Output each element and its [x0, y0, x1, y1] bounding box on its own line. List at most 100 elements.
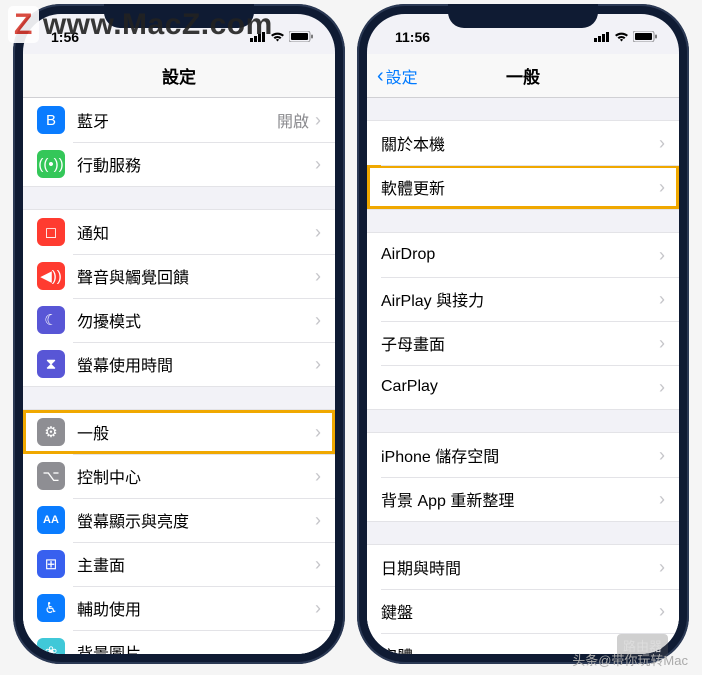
row-value: 開啟: [277, 108, 309, 132]
settings-row-iPhone 儲存空間[interactable]: iPhone 儲存空間›: [367, 433, 679, 477]
page-title: 設定: [162, 63, 196, 88]
settings-row-control[interactable]: ⌥控制中心›: [23, 454, 335, 498]
chevron-right-icon: ›: [315, 554, 321, 575]
chevron-right-icon: ›: [315, 354, 321, 375]
chevron-right-icon: ›: [659, 557, 665, 578]
cellular-icon: ((•)): [37, 150, 65, 178]
chevron-right-icon: ›: [659, 489, 665, 510]
battery-icon: [289, 29, 313, 45]
row-label: 關於本機: [381, 131, 659, 155]
settings-group: ◻︎通知›◀︎))聲音與觸覺回饋›☾勿擾模式›⧗螢幕使用時間›: [23, 209, 335, 387]
chevron-right-icon: ›: [315, 110, 321, 131]
settings-row-sounds[interactable]: ◀︎))聲音與觸覺回饋›: [23, 254, 335, 298]
settings-row-screentime[interactable]: ⧗ 螢幕使用時間›: [23, 342, 335, 386]
status-right: [250, 29, 313, 45]
row-label: 日期與時間: [381, 555, 659, 579]
bluetooth-icon: B: [37, 106, 65, 134]
chevron-right-icon: ›: [315, 222, 321, 243]
row-label: AirPlay 與接力: [381, 287, 659, 311]
chevron-right-icon: ›: [659, 289, 665, 310]
accessibility-icon: ♿︎: [37, 594, 65, 622]
settings-row-CarPlay[interactable]: CarPlay›: [367, 365, 679, 409]
settings-row-accessibility[interactable]: ♿︎輔助使用›: [23, 586, 335, 630]
chevron-right-icon: ›: [659, 333, 665, 354]
settings-row-日期與時間[interactable]: 日期與時間›: [367, 545, 679, 589]
wallpaper-icon: ❀: [37, 638, 65, 654]
status-right: [594, 29, 657, 45]
notch: [104, 4, 254, 28]
row-label: 通知: [77, 220, 315, 244]
settings-group: ⚙︎一般›⌥控制中心›AA螢幕顯示與亮度›⊞主畫面›♿︎輔助使用›❀背景圖片›◉…: [23, 409, 335, 654]
back-label: 設定: [386, 64, 418, 88]
wifi-icon: [614, 29, 629, 45]
settings-row-AirDrop[interactable]: AirDrop›: [367, 233, 679, 277]
chevron-right-icon: ›: [315, 266, 321, 287]
navbar-settings: 設定: [23, 54, 335, 98]
row-label: 輔助使用: [77, 596, 315, 620]
settings-row-dnd[interactable]: ☾ 勿擾模式›: [23, 298, 335, 342]
chevron-right-icon: ›: [315, 510, 321, 531]
chevron-right-icon: ›: [315, 154, 321, 175]
row-label: 軟體更新: [381, 175, 659, 199]
settings-row-home[interactable]: ⊞ 主畫面›: [23, 542, 335, 586]
settings-row-cellular[interactable]: ((•))行動服務›: [23, 142, 335, 186]
settings-row-子母畫面[interactable]: 子母畫面›: [367, 321, 679, 365]
status-time: 1:56: [51, 29, 79, 45]
row-label: AirDrop: [381, 246, 659, 264]
settings-row-鍵盤[interactable]: 鍵盤›: [367, 589, 679, 633]
control-icon: ⌥: [37, 462, 65, 490]
home-icon: ⊞: [37, 550, 65, 578]
notch: [448, 4, 598, 28]
signal-icon: [250, 29, 266, 45]
row-label: 控制中心: [77, 464, 315, 488]
display-icon: AA: [37, 506, 65, 534]
general-list[interactable]: 關於本機›軟體更新›AirDrop›AirPlay 與接力›子母畫面›CarPl…: [367, 98, 679, 654]
settings-group: B藍牙開啟›((•))行動服務›: [23, 98, 335, 187]
row-label: 勿擾模式: [77, 308, 315, 332]
settings-group: 關於本機›軟體更新›: [367, 120, 679, 210]
settings-row-關於本機[interactable]: 關於本機›: [367, 121, 679, 165]
chevron-right-icon: ›: [659, 377, 665, 398]
back-button[interactable]: ‹ 設定: [377, 64, 418, 88]
settings-list[interactable]: B藍牙開啟›((•))行動服務›◻︎通知›◀︎))聲音與觸覺回饋›☾勿擾模式›⧗…: [23, 98, 335, 654]
settings-row-notifications[interactable]: ◻︎通知›: [23, 210, 335, 254]
status-time: 11:56: [395, 29, 430, 45]
wifi-icon: [270, 29, 285, 45]
row-label: 鍵盤: [381, 599, 659, 623]
settings-row-general[interactable]: ⚙︎一般›: [23, 410, 335, 454]
phone-right: 11:56 ‹ 設定 一般: [357, 4, 689, 664]
signal-icon: [594, 29, 610, 45]
row-label: 背景 App 重新整理: [381, 487, 659, 511]
footer-credit: 头条@带你玩转Mac: [572, 650, 688, 669]
phones-stage: 1:56 設定 B藍牙開啟›((•))行動服務›◻︎通知›◀︎))聲音與觸覺回饋…: [0, 0, 702, 668]
settings-row-bluetooth[interactable]: B 藍牙開啟 ›: [23, 98, 335, 142]
row-label: 藍牙: [77, 108, 277, 132]
chevron-right-icon: ›: [315, 642, 321, 655]
chevron-left-icon: ‹: [377, 66, 384, 86]
settings-row-軟體更新[interactable]: 軟體更新›: [367, 165, 679, 209]
settings-group: iPhone 儲存空間›背景 App 重新整理›: [367, 432, 679, 522]
row-label: CarPlay: [381, 378, 659, 396]
general-icon: ⚙︎: [37, 418, 65, 446]
screen-left: 1:56 設定 B藍牙開啟›((•))行動服務›◻︎通知›◀︎))聲音與觸覺回饋…: [23, 14, 335, 654]
settings-group: AirDrop›AirPlay 與接力›子母畫面›CarPlay›: [367, 232, 679, 410]
navbar-general: ‹ 設定 一般: [367, 54, 679, 98]
chevron-right-icon: ›: [659, 245, 665, 266]
screen-right: 11:56 ‹ 設定 一般: [367, 14, 679, 654]
settings-row-wallpaper[interactable]: ❀背景圖片›: [23, 630, 335, 654]
chevron-right-icon: ›: [659, 133, 665, 154]
row-label: iPhone 儲存空間: [381, 443, 659, 467]
chevron-right-icon: ›: [659, 601, 665, 622]
row-label: 子母畫面: [381, 331, 659, 355]
settings-row-display[interactable]: AA螢幕顯示與亮度›: [23, 498, 335, 542]
settings-row-背景 App 重新整理[interactable]: 背景 App 重新整理›: [367, 477, 679, 521]
chevron-right-icon: ›: [315, 310, 321, 331]
chevron-right-icon: ›: [315, 422, 321, 443]
row-label: 主畫面: [77, 552, 315, 576]
settings-row-AirPlay 與接力[interactable]: AirPlay 與接力›: [367, 277, 679, 321]
screentime-icon: ⧗: [37, 350, 65, 378]
chevron-right-icon: ›: [659, 445, 665, 466]
row-label: 螢幕使用時間: [77, 352, 315, 376]
chevron-right-icon: ›: [659, 177, 665, 198]
dnd-icon: ☾: [37, 306, 65, 334]
